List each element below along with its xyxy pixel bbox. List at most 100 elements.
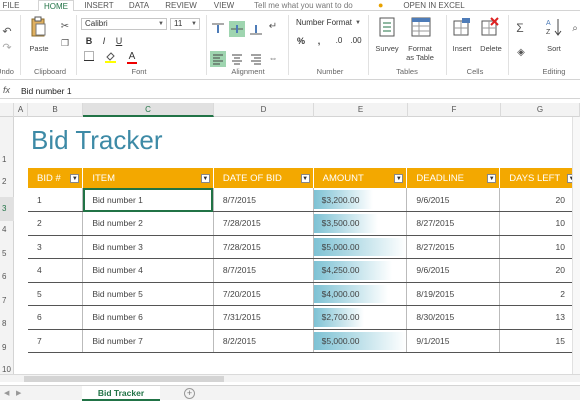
row-header-5[interactable]: 5	[0, 249, 14, 258]
cell-date-of-bid[interactable]: 8/7/2015	[213, 258, 314, 283]
filter-dropdown-icon[interactable]: ▼	[394, 174, 404, 183]
open-in-excel-button[interactable]: OPEN IN EXCEL	[396, 0, 472, 11]
align-top-icon[interactable]	[212, 23, 224, 35]
column-header-g[interactable]: G	[501, 103, 580, 117]
sort-button[interactable]: Sort	[540, 44, 568, 53]
scroll-right-icon[interactable]: ▶	[16, 389, 21, 397]
sheet-title[interactable]: Bid Tracker	[31, 125, 163, 156]
cell-date-of-bid[interactable]: 8/2/2015	[213, 329, 314, 353]
increase-decimal-icon[interactable]: .0	[333, 35, 345, 47]
row-header-4[interactable]: 4	[0, 225, 14, 234]
tab-review[interactable]: REVIEW	[164, 0, 198, 11]
cell-bid-number[interactable]: 6	[28, 305, 84, 330]
merge-center-icon[interactable]: ⇔	[266, 53, 280, 63]
format-as-table-button[interactable]: Format as Table	[400, 44, 440, 62]
cell-item[interactable]: Bid number 7	[82, 329, 214, 353]
paste-icon[interactable]	[30, 16, 46, 38]
cell-item[interactable]: Bid number 4	[82, 258, 214, 283]
column-header-d[interactable]: D	[214, 103, 314, 117]
cell-bid-number[interactable]: 3	[28, 235, 84, 259]
cell-bid-number[interactable]: 2	[28, 211, 84, 236]
cell-date-of-bid[interactable]: 7/28/2015	[213, 235, 314, 259]
filter-dropdown-icon[interactable]: ▼	[70, 174, 80, 183]
cell-days-left[interactable]: 10	[499, 235, 580, 259]
tab-insert[interactable]: INSERT	[84, 0, 114, 11]
cut-icon[interactable]: ✂	[60, 21, 70, 32]
align-right-icon[interactable]	[250, 53, 262, 65]
header-bid-number[interactable]: BID # ▼	[28, 168, 84, 188]
add-sheet-button[interactable]: +	[184, 388, 195, 399]
filter-dropdown-icon[interactable]: ▼	[200, 174, 210, 183]
font-name-select[interactable]: Calibri ▼	[81, 18, 167, 30]
font-size-select[interactable]: 11 ▼	[170, 18, 200, 30]
bold-button[interactable]: B	[83, 35, 95, 47]
row-header-10[interactable]: 10	[0, 365, 14, 374]
horizontal-scrollbar[interactable]	[0, 374, 580, 382]
survey-button[interactable]: Survey	[372, 44, 402, 53]
clear-icon[interactable]: ◈	[515, 47, 527, 58]
cell-deadline[interactable]: 8/30/2015	[406, 305, 501, 330]
decrease-decimal-icon[interactable]: .00	[350, 35, 362, 47]
cell-amount[interactable]: $2,700.00	[313, 305, 408, 330]
row-header-9[interactable]: 9	[0, 343, 14, 352]
cell-item[interactable]: Bid number 2	[82, 211, 214, 236]
cell-amount[interactable]: $5,000.00	[313, 329, 408, 353]
sheet-tab-bid-tracker[interactable]: Bid Tracker	[82, 386, 160, 401]
search-icon[interactable]: ⌕	[570, 23, 580, 34]
cell-days-left[interactable]: 15	[499, 329, 580, 353]
copy-icon[interactable]: ❐	[60, 38, 70, 49]
column-header-b[interactable]: B	[28, 103, 83, 117]
row-header-6[interactable]: 6	[0, 272, 14, 281]
cell-amount[interactable]: $5,000.00	[313, 235, 408, 259]
column-header-a[interactable]: A	[14, 103, 28, 117]
cell-item[interactable]: Bid number 6	[82, 305, 214, 330]
fx-icon[interactable]: fx	[3, 85, 10, 95]
tell-me-input[interactable]: Tell me what you want to do	[250, 0, 372, 11]
cell-item[interactable]: Bid number 1	[82, 188, 214, 212]
cell-date-of-bid[interactable]: 7/20/2015	[213, 282, 314, 306]
cell-amount[interactable]: $4,250.00	[313, 258, 408, 283]
undo-icon[interactable]: ↶	[2, 25, 12, 38]
cell-amount[interactable]: $3,500.00	[313, 211, 408, 236]
filter-dropdown-icon[interactable]: ▼	[487, 174, 497, 183]
row-header-1[interactable]: 1	[0, 155, 14, 164]
cell-deadline[interactable]: 9/6/2015	[406, 258, 501, 283]
autosum-button[interactable]: Σ	[514, 21, 526, 35]
cell-bid-number[interactable]: 4	[28, 258, 84, 283]
tab-data[interactable]: DATA	[126, 0, 152, 11]
cell-date-of-bid[interactable]: 7/28/2015	[213, 211, 314, 236]
header-days-left[interactable]: DAYS LEFT▼	[499, 168, 580, 188]
align-center-icon[interactable]	[231, 53, 243, 65]
format-as-table-icon[interactable]	[411, 17, 431, 37]
underline-button[interactable]: U	[113, 35, 125, 47]
cell-date-of-bid[interactable]: 7/31/2015	[213, 305, 314, 330]
cell-item[interactable]: Bid number 5	[82, 282, 214, 306]
vertical-scrollbar[interactable]	[572, 117, 580, 374]
borders-icon[interactable]	[83, 51, 95, 63]
header-amount[interactable]: AMOUNT ▼	[313, 168, 408, 188]
align-bottom-icon[interactable]	[250, 23, 262, 35]
cell-days-left[interactable]: 13	[499, 305, 580, 330]
insert-button[interactable]: Insert	[446, 44, 478, 53]
align-left-icon[interactable]	[210, 51, 226, 67]
comma-button[interactable]: ,	[313, 35, 325, 47]
font-color-icon[interactable]: A	[126, 51, 138, 64]
insert-cells-icon[interactable]	[453, 17, 471, 37]
filter-dropdown-icon[interactable]: ▼	[300, 174, 310, 183]
row-header-3[interactable]: 3	[0, 197, 14, 221]
cell-bid-number[interactable]: 5	[28, 282, 84, 306]
cell-days-left[interactable]: 20	[499, 258, 580, 283]
cell-deadline[interactable]: 8/27/2015	[406, 211, 501, 236]
cell-deadline[interactable]: 8/19/2015	[406, 282, 501, 306]
cell-bid-number[interactable]: 7	[28, 329, 84, 353]
redo-icon[interactable]: ↷	[2, 41, 12, 54]
cell-deadline[interactable]: 9/6/2015	[406, 188, 501, 212]
align-middle-icon[interactable]	[229, 21, 245, 37]
cell-days-left[interactable]: 10	[499, 211, 580, 236]
header-deadline[interactable]: DEADLINE ▼	[406, 168, 501, 188]
fill-color-icon[interactable]	[104, 51, 116, 63]
header-item[interactable]: ITEM ▼	[82, 168, 214, 188]
row-header-2[interactable]: 2	[0, 177, 14, 186]
cell-date-of-bid[interactable]: 8/7/2015	[213, 188, 314, 212]
column-header-c[interactable]: C	[83, 103, 214, 117]
